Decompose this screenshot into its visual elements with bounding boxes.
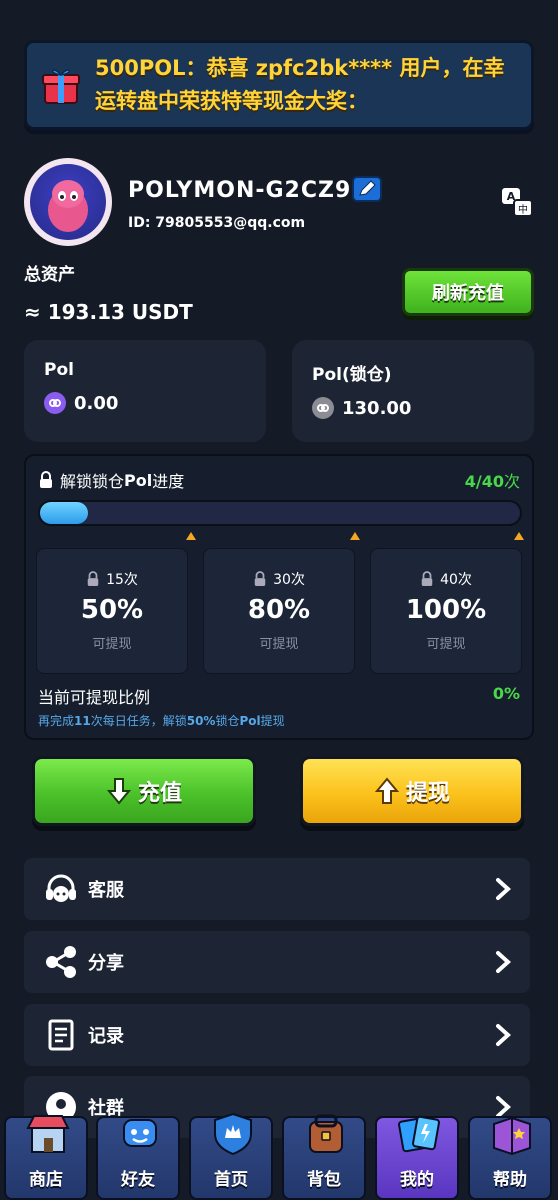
help-book-icon bbox=[493, 1116, 531, 1156]
withdraw-ratio-value: 0% bbox=[492, 684, 520, 703]
unlock-progress-panel: 解锁锁仓 Pol 进度 4/40次 15次 50% 可提现 30次 80% 可提现 bbox=[24, 454, 534, 740]
gift-icon bbox=[41, 65, 81, 105]
unlock-progress-count: 4/40次 bbox=[464, 472, 520, 491]
lock-icon bbox=[254, 571, 266, 586]
friends-icon bbox=[123, 1119, 157, 1147]
unlock-hint: 再完成11次每日任务，解锁50%锁仓Pol提现 bbox=[38, 714, 285, 728]
backpack-icon bbox=[309, 1114, 343, 1153]
pol-label: Pol bbox=[44, 360, 74, 380]
tier-card-30: 30次 80% 可提现 bbox=[203, 548, 355, 674]
pol-balance-card: Pol 0.00 bbox=[24, 340, 266, 442]
total-assets-value: ≈ 193.13 USDT bbox=[24, 300, 193, 324]
unlock-progress-fill bbox=[40, 502, 88, 524]
lock-icon bbox=[421, 571, 433, 586]
menu-records[interactable]: 记录 bbox=[24, 1004, 530, 1066]
arrow-down-icon bbox=[106, 778, 132, 805]
nav-shop[interactable]: 商店 bbox=[4, 1115, 88, 1200]
milestone-marker-15 bbox=[186, 532, 196, 540]
milestone-marker-30 bbox=[350, 532, 360, 540]
translate-icon[interactable]: A 中 bbox=[500, 186, 534, 220]
bottom-navigation: 商店 好友 首页 背包 我的 帮助 bbox=[0, 1112, 558, 1200]
locked-pol-label: Pol(锁仓) bbox=[312, 365, 392, 385]
refresh-deposit-button[interactable]: 刷新充值 bbox=[402, 268, 534, 316]
withdraw-ratio-label: 当前可提现比例 bbox=[38, 688, 151, 707]
unlock-progress-bar bbox=[38, 500, 522, 526]
avatar[interactable] bbox=[24, 158, 112, 246]
locked-pol-balance-value: 130.00 bbox=[342, 397, 412, 419]
locked-pol-balance-card: Pol(锁仓) 130.00 bbox=[292, 340, 534, 442]
nav-help[interactable]: 帮助 bbox=[468, 1116, 552, 1200]
total-assets-label: 总资产 bbox=[24, 265, 75, 285]
withdraw-button[interactable]: 提现 bbox=[300, 756, 524, 826]
nav-mine[interactable]: 我的 bbox=[375, 1115, 459, 1200]
milestone-marker-40 bbox=[514, 532, 524, 540]
chevron-right-icon bbox=[496, 951, 511, 973]
cards-icon bbox=[398, 1115, 440, 1153]
pol-coin-icon bbox=[44, 392, 66, 414]
share-icon bbox=[42, 943, 80, 981]
lock-icon bbox=[87, 571, 99, 586]
chevron-right-icon bbox=[496, 878, 511, 900]
menu-customer-service[interactable]: 客服 bbox=[24, 858, 530, 920]
pencil-icon bbox=[359, 180, 376, 196]
tier-card-40: 40次 100% 可提现 bbox=[370, 548, 522, 674]
lock-icon bbox=[40, 471, 52, 488]
nav-backpack[interactable]: 背包 bbox=[282, 1114, 366, 1200]
svg-text:A: A bbox=[507, 190, 516, 203]
deposit-button[interactable]: 充值 bbox=[32, 756, 256, 826]
pol-balance-value: 0.00 bbox=[74, 392, 119, 414]
chevron-right-icon bbox=[496, 1024, 511, 1046]
nav-home[interactable]: 首页 bbox=[189, 1112, 273, 1200]
shop-icon bbox=[26, 1115, 70, 1153]
svg-text:中: 中 bbox=[518, 203, 528, 216]
announcement-banner[interactable]: 500POL：恭喜 zpfc2bk**** 用户，在幸运转盘中荣获特等现金大奖： bbox=[24, 40, 534, 130]
tier-card-15: 15次 50% 可提现 bbox=[36, 548, 188, 674]
receipt-icon bbox=[42, 1016, 80, 1054]
menu-share[interactable]: 分享 bbox=[24, 931, 530, 993]
headset-icon bbox=[42, 870, 80, 908]
edit-nickname-button[interactable] bbox=[352, 176, 382, 202]
arrow-up-icon bbox=[374, 777, 400, 804]
unlock-progress-title: 解锁锁仓 Pol 进度 bbox=[38, 468, 184, 492]
locked-pol-coin-icon bbox=[312, 397, 334, 419]
user-id: ID: 79805553@qq.com bbox=[128, 215, 306, 231]
nickname: POLYMON-G2CZ9 bbox=[128, 178, 352, 203]
home-shield-icon bbox=[214, 1112, 252, 1156]
announcement-text: 500POL：恭喜 zpfc2bk**** 用户，在幸运转盘中荣获特等现金大奖： bbox=[95, 56, 505, 113]
nav-friends[interactable]: 好友 bbox=[96, 1116, 180, 1200]
